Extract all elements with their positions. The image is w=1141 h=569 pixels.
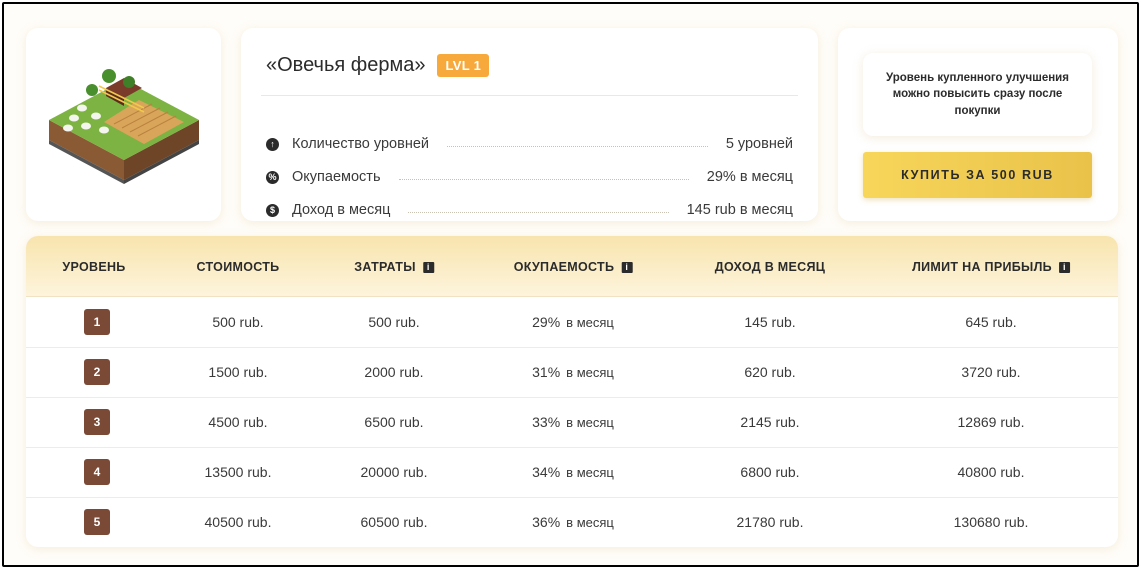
payback-suffix: в месяц — [566, 414, 614, 430]
level-cell: 4 — [84, 459, 110, 485]
dotted-leader — [398, 178, 689, 180]
info-icon[interactable]: i — [1058, 261, 1070, 273]
expenses-cell: 60500 rub. — [360, 514, 428, 530]
buy-button[interactable]: КУПИТЬ ЗА 500 RUB — [863, 152, 1092, 198]
divider — [261, 95, 798, 96]
level-number-badge: 5 — [84, 509, 110, 535]
stat-value: 29% в месяц — [706, 169, 793, 185]
header-label: УРОВЕНЬ — [62, 260, 126, 274]
header-label: ОКУПАЕМОСТЬ — [513, 260, 615, 274]
limit-cell: 3720 rub. — [961, 364, 1021, 380]
income-cell: 145 rub. — [744, 314, 796, 330]
income-cell: 620 rub. — [744, 364, 796, 380]
table-row: 1 500 rub. 500 rub. 29% в месяц 145 rub. … — [26, 298, 1118, 348]
payback-value: 34% — [532, 464, 561, 480]
upgrade-note: Уровень купленного улучшения можно повыс… — [863, 53, 1092, 136]
table-header: УРОВЕНЬ СТОИМОСТЬ ЗАТРАТЫ i ОКУПАЕМОСТЬ i … — [26, 236, 1118, 297]
stat-label: Окупаемость — [292, 169, 381, 185]
buy-card: Уровень купленного улучшения можно повыс… — [838, 28, 1118, 221]
payback-suffix: в месяц — [566, 314, 614, 330]
payback-suffix: в месяц — [566, 514, 614, 530]
header-label: ЗАТРАТЫ — [354, 260, 416, 274]
level-cell: 5 — [84, 509, 110, 535]
cost-cell: 1500 rub. — [208, 364, 268, 380]
farm-info-card: «Овечья ферма» LVL 1 ↑ Количество уровне… — [241, 28, 818, 221]
level-number-badge: 1 — [84, 309, 110, 335]
payback-value: 33% — [532, 414, 561, 430]
income-cell: 2145 rub. — [740, 414, 800, 430]
limit-cell: 40800 rub. — [957, 464, 1025, 480]
expenses-cell: 20000 rub. — [360, 464, 428, 480]
stat-value: 5 уровней — [725, 136, 793, 152]
stat-levels-row: ↑ Количество уровней 5 уровней — [266, 136, 793, 152]
income-cell: 21780 rub. — [736, 514, 804, 530]
payback-cell: 31% в месяц — [532, 364, 614, 380]
payback-value: 36% — [532, 514, 561, 530]
header-expenses: ЗАТРАТЫ i — [354, 260, 434, 274]
header-cost: СТОИМОСТЬ — [197, 260, 280, 274]
cost-cell: 500 rub. — [212, 314, 264, 330]
arrow-up-circle-icon: ↑ — [266, 137, 279, 151]
limit-cell: 130680 rub. — [953, 514, 1029, 530]
stat-value: 145 rub в месяц — [686, 202, 793, 218]
page-frame: «Овечья ферма» LVL 1 ↑ Количество уровне… — [2, 2, 1139, 567]
levels-table: УРОВЕНЬ СТОИМОСТЬ ЗАТРАТЫ i ОКУПАЕМОСТЬ i … — [26, 236, 1118, 547]
cost-cell: 13500 rub. — [204, 464, 272, 480]
payback-value: 29% — [532, 314, 561, 330]
dollar-circle-icon: $ — [266, 203, 279, 217]
expenses-cell: 500 rub. — [368, 314, 420, 330]
stat-income-row: $ Доход в месяц 145 rub в месяц — [266, 202, 793, 218]
level-number-badge: 2 — [84, 359, 110, 385]
level-cell: 2 — [84, 359, 110, 385]
level-cell: 3 — [84, 409, 110, 435]
payback-suffix: в месяц — [566, 464, 614, 480]
table-row: 3 4500 rub. 6500 rub. 33% в месяц 2145 ru… — [26, 398, 1118, 448]
header-label: СТОИМОСТЬ — [196, 260, 280, 274]
header-income: ДОХОД В МЕСЯЦ — [715, 260, 825, 274]
title-row: «Овечья ферма» LVL 1 — [266, 54, 490, 77]
stat-payback-row: % Окупаемость 29% в месяц — [266, 169, 793, 185]
level-number-badge: 4 — [84, 459, 110, 485]
stat-label: Количество уровней — [292, 136, 429, 152]
expenses-cell: 6500 rub. — [364, 414, 424, 430]
dotted-leader — [447, 145, 708, 147]
header-payback: ОКУПАЕМОСТЬ i — [514, 260, 633, 274]
payback-cell: 34% в месяц — [532, 464, 614, 480]
farm-title: «Овечья ферма» — [266, 54, 426, 76]
payback-cell: 29% в месяц — [532, 314, 614, 330]
payback-suffix: в месяц — [566, 364, 614, 380]
info-icon[interactable]: i — [422, 261, 434, 273]
level-badge: LVL 1 — [437, 54, 490, 77]
income-cell: 6800 rub. — [740, 464, 800, 480]
level-cell: 1 — [84, 309, 110, 335]
level-number-badge: 3 — [84, 409, 110, 435]
limit-cell: 645 rub. — [965, 314, 1017, 330]
table-row: 2 1500 rub. 2000 rub. 31% в месяц 620 rub… — [26, 348, 1118, 398]
percent-circle-icon: % — [266, 170, 279, 184]
header-profit-limit: ЛИМИТ НА ПРИБЫЛЬ i — [912, 260, 1070, 274]
dotted-leader — [408, 211, 669, 213]
cost-cell: 40500 rub. — [204, 514, 272, 530]
table-row: 5 40500 rub. 60500 rub. 36% в месяц 21780… — [26, 498, 1118, 547]
header-label: ДОХОД В МЕСЯЦ — [714, 260, 826, 274]
farm-image-card — [26, 28, 221, 221]
cost-cell: 4500 rub. — [208, 414, 268, 430]
payback-cell: 36% в месяц — [532, 514, 614, 530]
header-level: УРОВЕНЬ — [62, 260, 125, 274]
limit-cell: 12869 rub. — [957, 414, 1025, 430]
sheep-farm-illustration — [48, 68, 199, 184]
stat-label: Доход в месяц — [292, 202, 391, 218]
header-label: ЛИМИТ НА ПРИБЫЛЬ — [912, 260, 1052, 274]
payback-cell: 33% в месяц — [532, 414, 614, 430]
expenses-cell: 2000 rub. — [364, 364, 424, 380]
table-row: 4 13500 rub. 20000 rub. 34% в месяц 6800 … — [26, 448, 1118, 498]
payback-value: 31% — [532, 364, 561, 380]
info-icon[interactable]: i — [621, 261, 633, 273]
